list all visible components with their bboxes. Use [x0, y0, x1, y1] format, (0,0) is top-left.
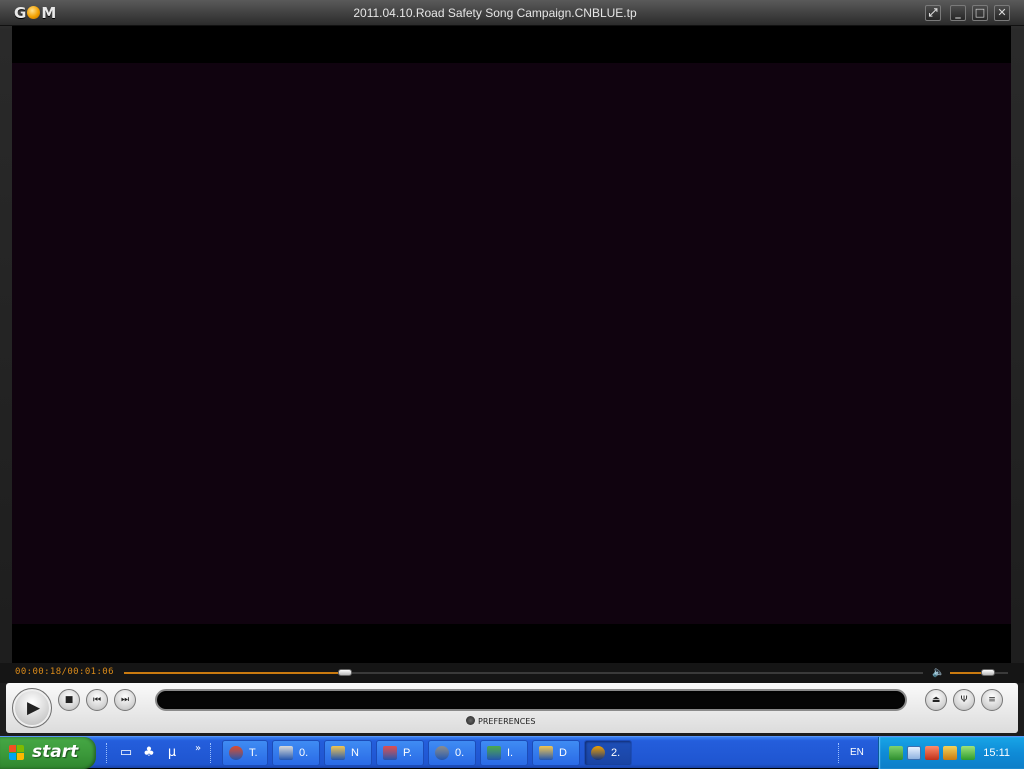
task-button-7[interactable]: D — [532, 740, 580, 766]
volume-tray-icon[interactable] — [925, 746, 939, 760]
system-tray: 15:11 — [878, 737, 1024, 769]
window-title: 2011.04.10.Road Safety Song Campaign.CNB… — [353, 6, 637, 20]
monitor-tray-icon[interactable] — [907, 746, 921, 760]
quicklaunch-overflow-icon[interactable]: » — [190, 741, 206, 757]
arrow-icon — [383, 746, 397, 760]
task-button-5[interactable]: 0. — [428, 740, 476, 766]
preferences-label: PREFERENCES — [478, 717, 536, 726]
preferences-icon — [466, 716, 475, 725]
equalizer-button[interactable]: Ψ — [953, 689, 975, 711]
video-frame — [12, 63, 1011, 624]
task-button-2[interactable]: 0. — [272, 740, 320, 766]
task-label: 0. — [299, 747, 309, 759]
minimize-button[interactable]: _ — [950, 5, 966, 21]
info-display-track[interactable] — [155, 689, 907, 711]
preferences-button[interactable]: PREFERENCES — [466, 716, 535, 726]
seek-handle[interactable] — [337, 669, 352, 676]
video-area[interactable] — [12, 26, 1011, 663]
logo-letter-m: M — [41, 4, 57, 22]
playlist-button[interactable]: ≡ — [981, 689, 1003, 711]
task-button-4[interactable]: P. — [376, 740, 424, 766]
task-label: D — [559, 747, 567, 759]
task-label: P. — [403, 747, 412, 759]
close-button[interactable]: ✕ — [994, 5, 1010, 21]
task-label: N — [351, 747, 359, 759]
eject-button[interactable]: ⏏ — [925, 689, 947, 711]
folder-icon — [331, 746, 345, 760]
task-button-3[interactable]: N — [324, 740, 372, 766]
task-label: T. — [249, 747, 258, 759]
security-tray-icon[interactable] — [961, 746, 975, 760]
title-bar[interactable]: GM 2011.04.10.Road Safety Song Campaign.… — [0, 0, 1024, 26]
messenger-icon[interactable]: ♣ — [141, 745, 157, 761]
seek-bar[interactable] — [124, 669, 923, 676]
network-tray-icon[interactable] — [889, 746, 903, 760]
logo-o-icon — [27, 6, 41, 19]
control-bar: ▶ ■ ⏮ ⏭ ⏏ Ψ ≡ PREFERENCES — [6, 683, 1018, 733]
task-button-8-active[interactable]: 2. — [584, 740, 632, 766]
webcam-icon — [435, 746, 449, 760]
gom-icon — [591, 746, 605, 760]
utorrent-icon[interactable]: µ — [164, 745, 180, 761]
language-bar-grip[interactable] — [838, 743, 841, 763]
volume-handle[interactable] — [980, 669, 995, 676]
windows-flag-icon — [9, 745, 25, 761]
language-indicator[interactable]: EN — [850, 747, 864, 758]
task-label: I. — [507, 747, 514, 759]
gom-player-window: GM 2011.04.10.Road Safety Song Campaign.… — [0, 0, 1024, 736]
start-label: start — [32, 742, 79, 762]
time-readout: 00:00:18/00:01:06 — [15, 667, 114, 677]
taskbar-grip[interactable] — [210, 743, 213, 763]
paint-icon — [279, 746, 293, 760]
maximize-button[interactable]: □ — [972, 5, 988, 21]
seek-row: 00:00:18/00:01:06 🔈 — [0, 663, 1024, 683]
quicklaunch-grip[interactable] — [106, 743, 109, 763]
seek-bar-fill — [124, 672, 345, 674]
chrome-icon — [229, 746, 243, 760]
clock[interactable]: 15:11 — [983, 747, 1010, 759]
volume-icon[interactable]: 🔈 — [932, 667, 944, 678]
logo-letter-g: G — [14, 4, 27, 22]
app-tray-icon[interactable] — [943, 746, 957, 760]
fullscreen-button[interactable]: ⤢ — [925, 5, 941, 21]
show-desktop-icon[interactable]: ▭ — [118, 745, 134, 761]
network-icon — [487, 746, 501, 760]
stop-button[interactable]: ■ — [58, 689, 80, 711]
task-button-1[interactable]: T. — [222, 740, 268, 766]
taskbar: start ▭ ♣ µ » T. 0. N P. 0. I. D 2. EN 1… — [0, 736, 1024, 769]
start-button[interactable]: start — [0, 737, 96, 769]
volume-slider[interactable] — [950, 669, 1008, 676]
task-label: 2. — [611, 747, 621, 759]
gom-logo[interactable]: GM — [14, 4, 56, 22]
next-button[interactable]: ⏭ — [114, 689, 136, 711]
folder-icon — [539, 746, 553, 760]
task-button-6[interactable]: I. — [480, 740, 528, 766]
play-button[interactable]: ▶ — [12, 688, 52, 728]
previous-button[interactable]: ⏮ — [86, 689, 108, 711]
task-label: 0. — [455, 747, 465, 759]
